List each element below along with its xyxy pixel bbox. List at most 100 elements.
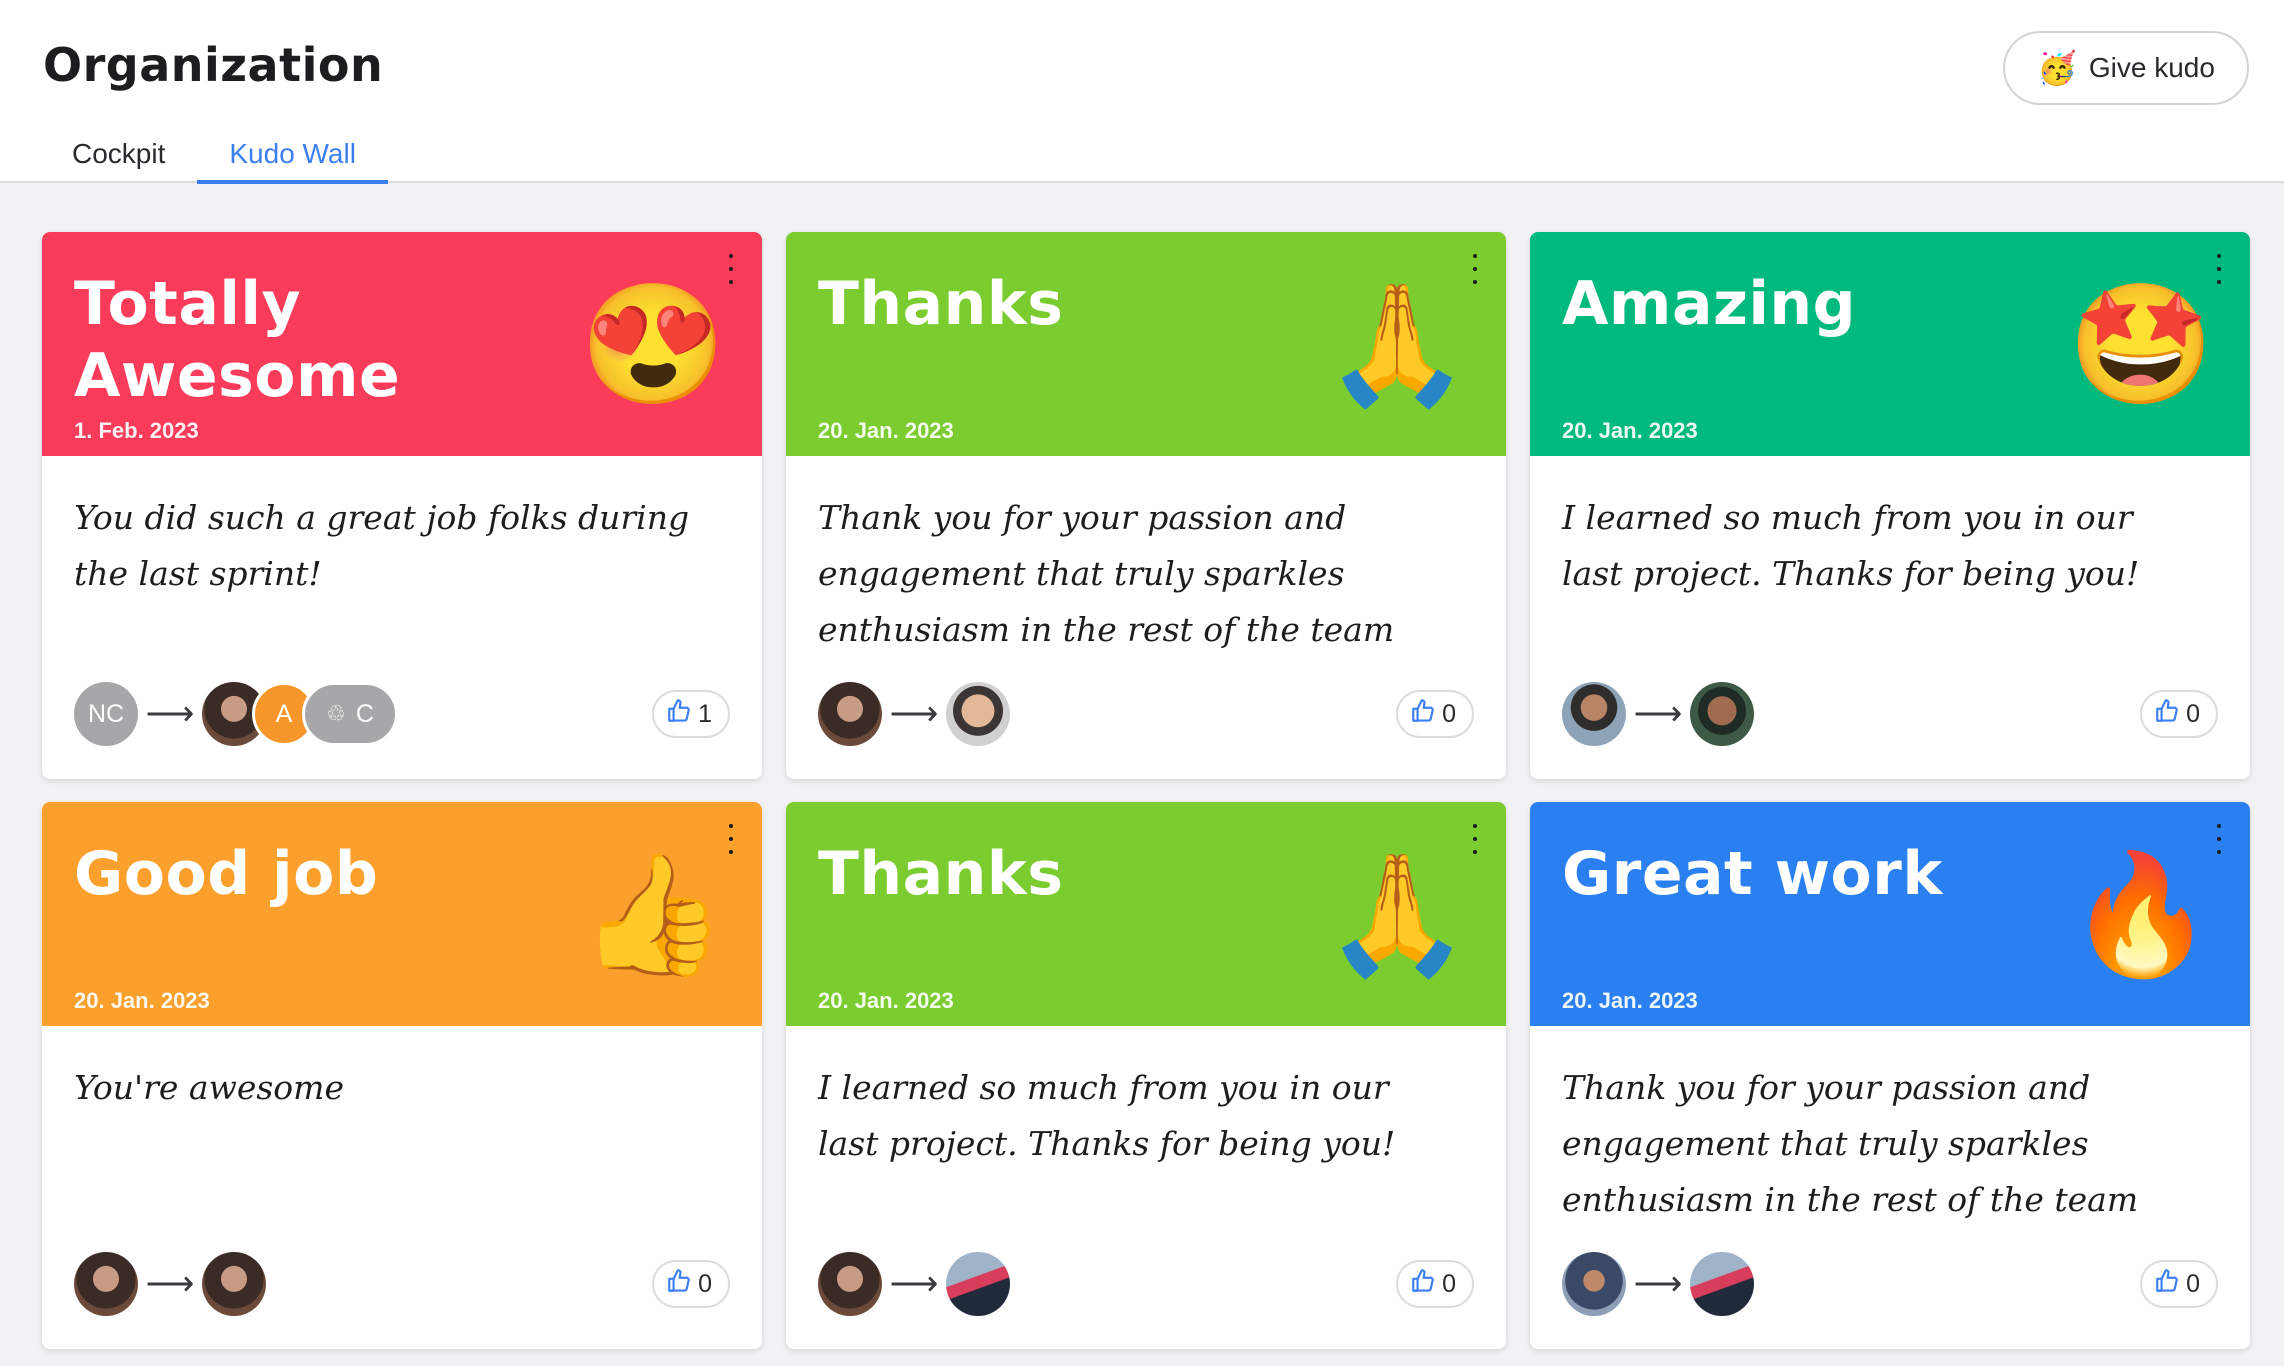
avatar-initials: C (355, 699, 374, 728)
thumbs-up-icon (1410, 1268, 1436, 1301)
give-kudo-label: Give kudo (2088, 52, 2215, 83)
thumbs-up-icon (2154, 698, 2180, 731)
kudo-card-header: Thanks 20. Jan. 2023 🙏 (786, 232, 1506, 456)
kudo-card[interactable]: Thanks 20. Jan. 2023 🙏 I learned so much fr… (786, 802, 1506, 1349)
kudo-participants: ⟶ (1562, 1252, 1754, 1316)
kudo-participants: ⟶ (818, 1252, 1010, 1316)
kudo-card[interactable]: Great work 20. Jan. 2023 🔥 Thank you for yo… (1530, 802, 2250, 1349)
more-options-icon[interactable] (1468, 254, 1482, 284)
arrow-right-icon: ⟶ (1633, 1265, 1683, 1303)
party-face-icon: 🥳 (2037, 50, 2077, 86)
arrow-right-icon: ⟶ (889, 695, 939, 733)
kudo-card-footer: ⟶ 0 (1562, 682, 2218, 746)
kudo-card-title: Thanks (818, 269, 1064, 339)
avatar[interactable] (1562, 682, 1626, 746)
kudo-card-header: Great work 20. Jan. 2023 🔥 (1530, 802, 2250, 1026)
thumbs-up-icon (2154, 1268, 2180, 1301)
kudo-card-footer: ⟶ 0 (818, 682, 1474, 746)
arrow-right-icon: ⟶ (889, 1265, 939, 1303)
kudo-card-title: Thanks (818, 839, 1064, 909)
kudo-card-message: I learned so much from you in our last p… (818, 1068, 1396, 1163)
avatar[interactable] (1562, 1252, 1626, 1316)
heart-eyes-emoji: 😍 (579, 279, 727, 411)
more-options-icon[interactable] (2212, 824, 2226, 854)
kudo-card-title: Totally Awesome (74, 269, 401, 411)
avatar[interactable] (74, 1252, 138, 1316)
team-icon: ♲ (326, 701, 346, 726)
kudo-card-date: 20. Jan. 2023 (818, 418, 954, 443)
kudo-card-message: You did such a great job folks during th… (74, 498, 690, 593)
kudo-card-message: I learned so much from you in our last p… (1562, 498, 2140, 593)
kudo-card[interactable]: Good job 20. Jan. 2023 👍 You're awesome ⟶ 0 (42, 802, 762, 1349)
avatar[interactable] (818, 682, 882, 746)
thumbs-up-emoji: 👍 (579, 849, 727, 981)
like-count: 1 (698, 699, 712, 728)
avatar-initials: NC (87, 699, 125, 728)
folded-hands-emoji: 🙏 (1323, 279, 1471, 411)
kudo-card-footer: ⟶ 0 (818, 1252, 1474, 1316)
like-button[interactable]: 0 (2140, 1260, 2218, 1308)
kudo-participants: ⟶ (74, 1252, 266, 1316)
kudo-card-date: 20. Jan. 2023 (818, 988, 954, 1013)
kudo-card-header: Good job 20. Jan. 2023 👍 (42, 802, 762, 1026)
like-count: 0 (698, 1269, 712, 1298)
kudo-card-header: Amazing 20. Jan. 2023 🤩 (1530, 232, 2250, 456)
more-options-icon[interactable] (724, 824, 738, 854)
kudo-participants: ⟶ (1562, 682, 1754, 746)
avatar[interactable] (946, 682, 1010, 746)
like-button[interactable]: 0 (652, 1260, 730, 1308)
avatar[interactable]: NC (74, 682, 138, 746)
thumbs-up-icon (1410, 698, 1436, 731)
kudo-card-footer: ⟶ 0 (1562, 1252, 2218, 1316)
kudo-card-date: 20. Jan. 2023 (1562, 418, 1698, 443)
kudo-card-message: You're awesome (74, 1068, 344, 1107)
kudo-card-message: Thank you for your passion and engagemen… (1562, 1068, 2139, 1219)
thumbs-up-icon (666, 698, 692, 731)
like-count: 0 (1442, 1269, 1456, 1298)
more-options-icon[interactable] (724, 254, 738, 284)
avatar[interactable] (1690, 682, 1754, 746)
kudo-card-footer: ⟶ 0 (74, 1252, 730, 1316)
like-button[interactable]: 0 (2140, 690, 2218, 738)
tab-cockpit[interactable]: Cockpit (40, 138, 197, 184)
star-struck-emoji: 🤩 (2067, 279, 2215, 411)
kudo-card-date: 20. Jan. 2023 (1562, 988, 1698, 1013)
like-button[interactable]: 0 (1396, 690, 1474, 738)
kudo-card[interactable]: Thanks 20. Jan. 2023 🙏 Thank you for your p… (786, 232, 1506, 779)
top-bar: Organization 🥳 Give kudo Cockpit Kudo Wa… (0, 0, 2284, 184)
kudo-card-title: Amazing (1562, 269, 1857, 339)
arrow-right-icon: ⟶ (145, 1265, 195, 1303)
thumbs-up-icon (666, 1268, 692, 1301)
avatar[interactable] (202, 1252, 266, 1316)
give-kudo-button[interactable]: 🥳 Give kudo (2003, 31, 2249, 105)
more-options-icon[interactable] (1468, 824, 1482, 854)
kudo-card-header: Totally Awesome 1. Feb. 2023 😍 (42, 232, 762, 456)
avatar[interactable] (946, 1252, 1010, 1316)
kudo-card[interactable]: Totally Awesome 1. Feb. 2023 😍 You did such… (42, 232, 762, 779)
kudo-card-title: Great work (1562, 839, 1943, 909)
avatar-initials: A (275, 699, 293, 728)
like-count: 0 (2186, 1269, 2200, 1298)
kudo-participants: ⟶ (818, 682, 1010, 746)
like-button[interactable]: 1 (652, 690, 730, 738)
kudo-card[interactable]: Amazing 20. Jan. 2023 🤩 I learned so much f… (1530, 232, 2250, 779)
avatar[interactable] (818, 1252, 882, 1316)
kudo-card-date: 1. Feb. 2023 (74, 418, 199, 443)
like-button[interactable]: 0 (1396, 1260, 1474, 1308)
kudo-card-date: 20. Jan. 2023 (74, 988, 210, 1013)
arrow-right-icon: ⟶ (1633, 695, 1683, 733)
more-options-icon[interactable] (2212, 254, 2226, 284)
avatar[interactable]: ♲ C (302, 682, 398, 746)
arrow-right-icon: ⟶ (145, 695, 195, 733)
tab-kudo-wall[interactable]: Kudo Wall (197, 138, 388, 184)
like-count: 0 (1442, 699, 1456, 728)
avatar[interactable] (1690, 1252, 1754, 1316)
page-title: Organization (43, 38, 384, 92)
kudo-card-title: Good job (74, 839, 379, 909)
kudo-card-footer: NC ⟶ A ♲ C 1 (74, 682, 730, 746)
kudo-card-message: Thank you for your passion and engagemen… (818, 498, 1395, 649)
like-count: 0 (2186, 699, 2200, 728)
fire-emoji: 🔥 (2067, 849, 2215, 981)
kudo-card-header: Thanks 20. Jan. 2023 🙏 (786, 802, 1506, 1026)
tab-bar: Cockpit Kudo Wall (43, 138, 388, 184)
